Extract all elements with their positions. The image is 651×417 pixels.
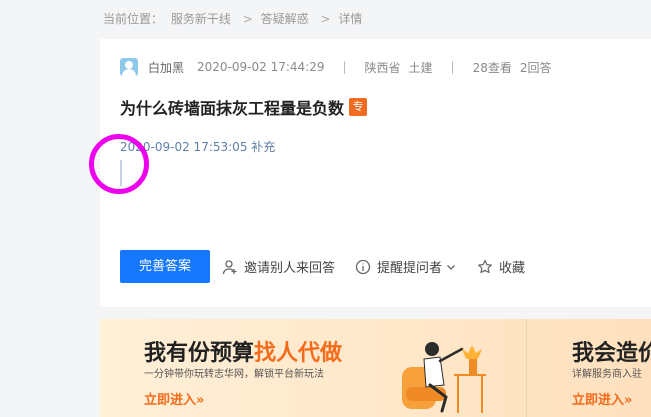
breadcrumb-separator: >	[320, 12, 331, 26]
remind-asker-button[interactable]: 提醒提问者	[355, 257, 457, 276]
meta-separator: |	[342, 60, 347, 74]
question-title: 为什么砖墙面抹灰工程量是负数	[120, 99, 345, 118]
improve-answer-button[interactable]: 完善答案	[120, 250, 210, 283]
banner-right-title: 我会造价	[572, 341, 651, 366]
question-card: 白加黑 2020-09-02 17:44:29 | 陕西省 土建 | 28查看 …	[100, 39, 651, 307]
breadcrumb-label: 当前位置：	[103, 12, 164, 26]
banner-left-enter-link[interactable]: 立即进入»	[144, 389, 204, 408]
meta-separator: |	[450, 60, 455, 74]
promo-banner[interactable]: 我有份预算找人代做 一分钟带你玩转志华网，解锁平台新玩法 立即进入» 我会造价 …	[100, 319, 651, 417]
banner-divider	[526, 319, 527, 417]
remind-asker-label: 提醒提问者	[377, 261, 443, 276]
question-datetime: 2020-09-02 17:44:29	[197, 60, 325, 74]
user-icon	[222, 259, 237, 274]
favorite-button[interactable]: 收藏	[477, 257, 525, 276]
banner-right-enter-link[interactable]: 立即进入»	[572, 389, 632, 408]
question-meta: 白加黑 2020-09-02 17:44:29 | 陕西省 土建 | 28查看 …	[120, 57, 552, 77]
expert-badge: 专	[349, 98, 368, 116]
banner-left-title-highlight: 找人代做	[254, 341, 343, 366]
info-icon	[355, 259, 371, 274]
star-icon	[478, 259, 493, 273]
breadcrumb-item-detail: 详情	[338, 12, 363, 26]
view-count: 28查看	[472, 60, 512, 75]
breadcrumb-item-service[interactable]: 服务新干线	[171, 12, 231, 26]
favorite-label: 收藏	[499, 261, 526, 276]
action-bar: 完善答案 邀请别人来回答 提醒提问者 收藏	[120, 250, 545, 283]
avatar[interactable]	[120, 58, 138, 76]
answer-count: 2回答	[519, 60, 552, 75]
invite-answer-button[interactable]: 邀请别人来回答	[222, 257, 335, 276]
question-category: 土建	[408, 60, 433, 75]
person-at-desk-illustration	[402, 342, 486, 413]
breadcrumb-item-qa[interactable]: 答疑解惑	[261, 12, 309, 26]
banner-right-subtitle: 详解服务商入驻	[572, 369, 642, 380]
chevron-down-icon	[447, 264, 455, 270]
invite-answer-label: 邀请别人来回答	[244, 261, 336, 276]
banner-left-title-main: 我有份预算	[144, 341, 255, 366]
breadcrumb-separator: >	[242, 12, 253, 26]
question-province: 陕西省	[364, 60, 401, 75]
banner-left-title: 我有份预算找人代做	[144, 335, 342, 367]
author-name[interactable]: 白加黑	[148, 59, 184, 76]
question-title-row: 为什么砖墙面抹灰工程量是负数 专	[120, 95, 368, 119]
highlight-circle-annotation	[89, 134, 149, 194]
banner-left-subtitle: 一分钟带你玩转志华网，解锁平台新玩法	[144, 369, 324, 380]
breadcrumb: 当前位置： 服务新干线 > 答疑解惑 > 详情	[103, 10, 366, 27]
